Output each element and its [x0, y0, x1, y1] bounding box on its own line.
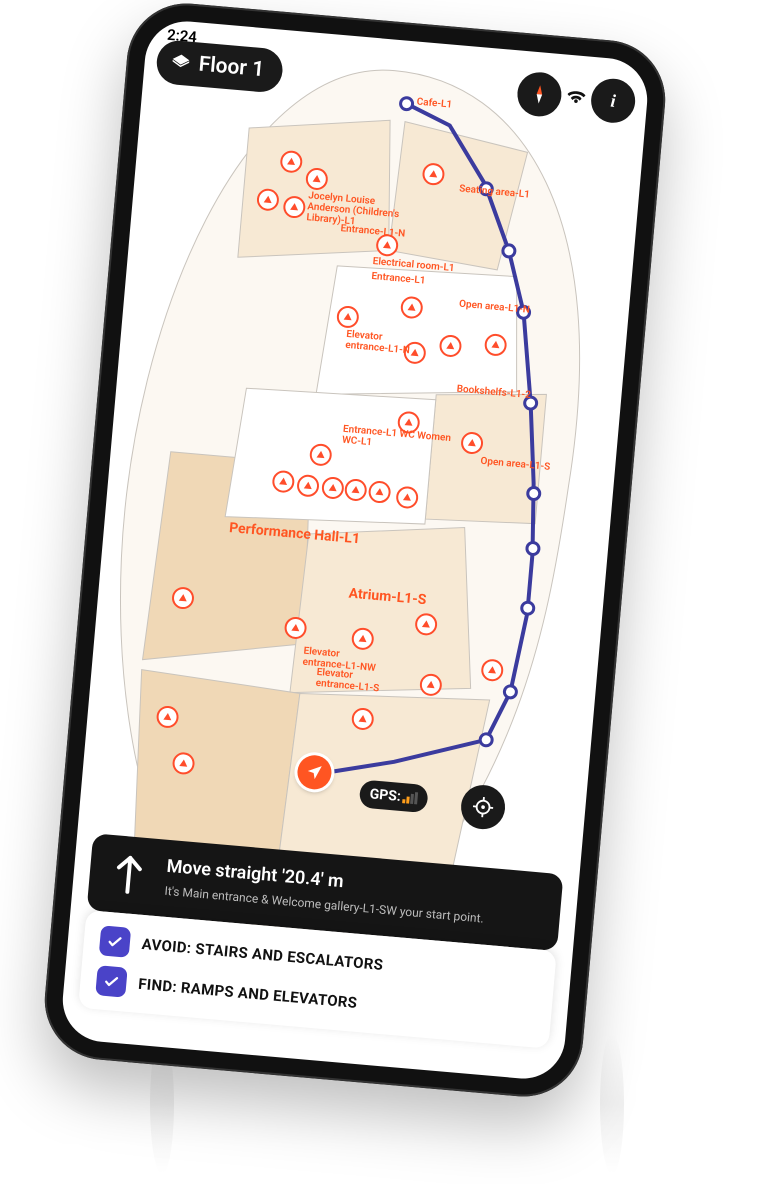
- poi-marker[interactable]: [369, 481, 391, 503]
- poi-marker[interactable]: [415, 614, 437, 636]
- poi-marker[interactable]: [322, 477, 344, 499]
- poi-marker[interactable]: [306, 168, 328, 190]
- decoration: [600, 1034, 624, 1174]
- crosshair-icon: [471, 795, 495, 819]
- poi-marker[interactable]: [173, 753, 195, 775]
- poi-marker[interactable]: [337, 306, 359, 328]
- poi-marker[interactable]: [440, 335, 462, 357]
- compass-icon: [527, 82, 551, 106]
- route-waypoint: [504, 685, 517, 698]
- checkbox-find[interactable]: [95, 965, 128, 998]
- route-waypoint: [480, 733, 493, 746]
- app-screen: Cafe-L1Seating area-L1Jocelyn LouiseAnde…: [59, 18, 650, 1082]
- layers-icon: [170, 52, 192, 74]
- phone-mock: Cafe-L1Seating area-L1Jocelyn LouiseAnde…: [40, 0, 670, 1102]
- poi-marker[interactable]: [352, 708, 374, 730]
- route-waypoint: [502, 244, 515, 257]
- check-icon: [105, 932, 125, 952]
- compass-button[interactable]: [516, 71, 564, 119]
- nav-text: Move straight '20.4' m It's Main entranc…: [164, 856, 487, 927]
- floor-selector[interactable]: Floor 1: [155, 39, 284, 94]
- poi-marker[interactable]: [423, 163, 445, 185]
- poi-marker[interactable]: [284, 196, 306, 218]
- poi-marker[interactable]: [297, 475, 319, 497]
- direction-arrow: [106, 851, 152, 897]
- pref-avoid-label: AVOID: STAIRS AND ESCALATORS: [141, 935, 384, 974]
- poi-marker[interactable]: [157, 706, 179, 728]
- poi-marker[interactable]: [420, 674, 442, 696]
- poi-marker[interactable]: [172, 587, 194, 609]
- pref-find-label: FIND: RAMPS AND ELEVATORS: [138, 975, 358, 1012]
- arrow-up-icon: [111, 851, 147, 896]
- wifi-icon: [567, 90, 586, 106]
- poi-marker[interactable]: [396, 487, 418, 509]
- route-waypoint: [527, 487, 540, 500]
- gps-signal-bars: [402, 791, 418, 804]
- check-icon: [102, 972, 122, 992]
- floor-label: Floor 1: [198, 53, 265, 83]
- info-icon: i: [610, 90, 617, 111]
- poi-marker[interactable]: [285, 617, 307, 639]
- checkbox-avoid[interactable]: [99, 925, 132, 958]
- poi-marker[interactable]: [401, 297, 423, 319]
- poi-marker[interactable]: [310, 444, 332, 466]
- poi-marker[interactable]: [352, 628, 374, 650]
- info-button[interactable]: i: [589, 77, 637, 125]
- poi-marker[interactable]: [461, 432, 483, 454]
- top-right-controls: i: [516, 71, 637, 125]
- poi-marker[interactable]: [485, 334, 507, 356]
- route-waypoint: [526, 542, 539, 555]
- poi-marker[interactable]: [273, 471, 295, 493]
- poi-marker[interactable]: [481, 659, 503, 681]
- route-waypoint: [521, 602, 534, 615]
- poi-marker[interactable]: [345, 479, 367, 501]
- gps-label: GPS:: [369, 786, 401, 805]
- poi-marker[interactable]: [280, 151, 302, 173]
- poi-marker[interactable]: [257, 189, 279, 211]
- location-arrow-icon: [305, 763, 325, 783]
